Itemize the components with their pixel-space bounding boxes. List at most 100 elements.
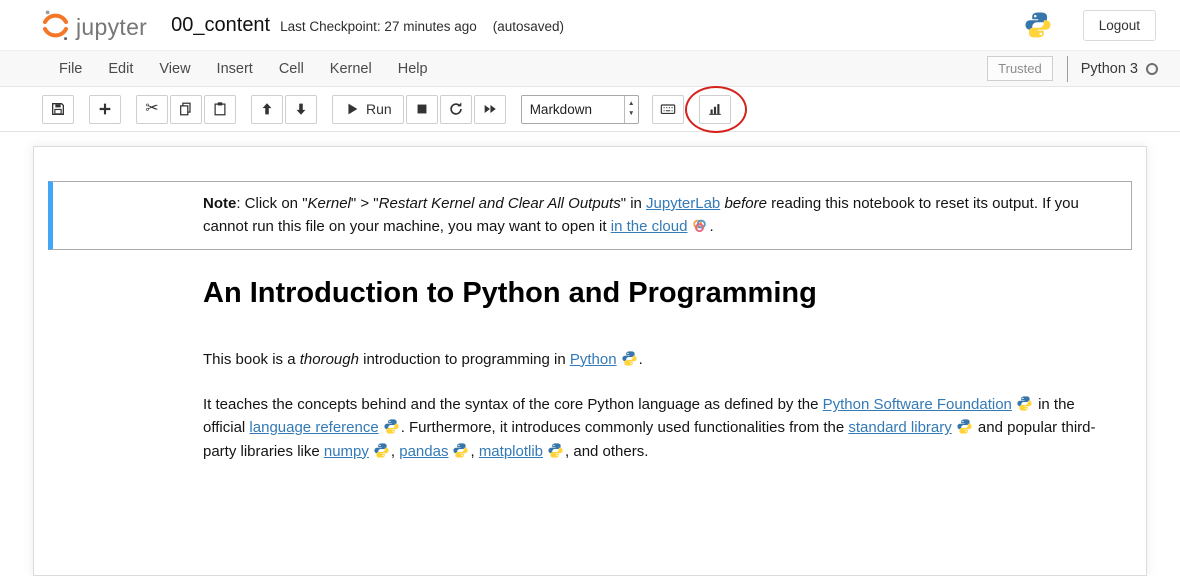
page-title: An Introduction to Python and Programmin… — [203, 277, 1115, 310]
run-button[interactable]: Run — [332, 95, 404, 124]
python-logo-icon — [373, 442, 390, 459]
python-logo-icon — [383, 418, 400, 435]
arrow-up-icon — [259, 101, 275, 117]
note-text-segment: : Click on " — [236, 195, 307, 212]
python-logo-icon — [1016, 395, 1033, 412]
markdown-cell-note[interactable]: Note: Click on "Kernel" > "Restart Kerne… — [48, 181, 1132, 250]
kernel-name: Python 3 — [1081, 61, 1138, 77]
markdown-cell-intro[interactable]: This book is a thorough introduction to … — [48, 321, 1132, 382]
restart-run-all-button[interactable] — [474, 95, 506, 124]
teaches-text-segment: , — [470, 443, 478, 460]
python-logo-icon — [452, 442, 469, 459]
note-text-segment: . — [709, 218, 713, 235]
note-italic-kernel: Kernel — [308, 195, 351, 212]
cell-prompt — [53, 192, 203, 239]
keyboard-icon — [660, 101, 676, 117]
matplotlib-link[interactable]: matplotlib — [479, 443, 543, 460]
menu-items: File Edit View Insert Cell Kernel Help — [46, 52, 441, 86]
teaches-text-segment: . Furthermore, it introduces commonly us… — [401, 419, 849, 436]
command-palette-button[interactable] — [652, 95, 684, 124]
trusted-badge[interactable]: Trusted — [987, 56, 1053, 81]
menu-insert[interactable]: Insert — [204, 52, 266, 86]
jupyter-logo[interactable]: jupyter — [38, 8, 147, 43]
checkpoint-text: Last Checkpoint: 27 minutes ago — [280, 19, 477, 34]
fast-forward-icon — [482, 101, 498, 117]
python-logo-icon — [956, 418, 973, 435]
intro-text-segment: This book is a — [203, 351, 300, 368]
intro-text-segment: introduction to programming in — [359, 351, 570, 368]
play-icon — [344, 101, 360, 117]
teaches-cell-content: It teaches the concepts behind and the s… — [203, 393, 1115, 463]
autosave-status: (autosaved) — [493, 19, 564, 34]
markdown-cell-teaches[interactable]: It teaches the concepts behind and the s… — [48, 382, 1132, 474]
plus-icon — [97, 101, 113, 117]
restart-icon — [448, 101, 464, 117]
notebook-title[interactable]: 00_content — [171, 14, 270, 37]
header-bar: jupyter 00_content Last Checkpoint: 27 m… — [0, 0, 1180, 50]
jupyter-logo-icon — [38, 8, 73, 43]
note-text-segment: " > " — [351, 195, 379, 212]
psf-link[interactable]: Python Software Foundation — [823, 396, 1012, 413]
teaches-text-segment: , and others. — [565, 443, 648, 460]
markdown-cell-title[interactable]: An Introduction to Python and Programmin… — [48, 250, 1132, 321]
run-label: Run — [366, 101, 392, 117]
pandas-link[interactable]: pandas — [399, 443, 448, 460]
logout-button[interactable]: Logout — [1083, 10, 1156, 41]
teaches-paragraph: It teaches the concepts behind and the s… — [203, 393, 1115, 463]
python-logo-icon — [547, 442, 564, 459]
intro-paragraph: This book is a thorough introduction to … — [203, 348, 1115, 371]
jupyterlab-link[interactable]: JupyterLab — [646, 195, 720, 212]
cell-prompt — [53, 393, 203, 463]
intro-italic-thorough: thorough — [300, 351, 359, 368]
scissors-icon: ✂ — [145, 101, 158, 117]
cell-type-select[interactable]: Markdown ▲▼ — [521, 95, 639, 124]
chart-toolbar-button[interactable] — [699, 95, 731, 124]
note-bold-label: Note — [203, 195, 236, 212]
python-logo-icon — [621, 350, 638, 367]
numpy-link[interactable]: numpy — [324, 443, 369, 460]
teaches-text-segment: It teaches the concepts behind and the s… — [203, 396, 823, 413]
teaches-text-segment: , — [391, 443, 399, 460]
python-link[interactable]: Python — [570, 351, 617, 368]
note-italic-before: before — [724, 195, 767, 212]
menu-right: Trusted Python 3 — [987, 56, 1158, 82]
menu-edit[interactable]: Edit — [95, 52, 146, 86]
menu-help[interactable]: Help — [385, 52, 441, 86]
select-arrows-icon: ▲▼ — [624, 96, 638, 123]
python-logo-icon — [1023, 10, 1053, 40]
cell-prompt — [53, 261, 203, 310]
move-cell-down-button[interactable] — [285, 95, 317, 124]
save-button[interactable] — [42, 95, 74, 124]
move-cell-up-button[interactable] — [251, 95, 283, 124]
add-cell-button[interactable] — [89, 95, 121, 124]
cut-cells-button[interactable]: ✂ — [136, 95, 168, 124]
copy-icon — [178, 101, 194, 117]
menu-bar: File Edit View Insert Cell Kernel Help T… — [0, 50, 1180, 87]
jupyter-wordmark: jupyter — [76, 16, 147, 43]
stop-icon — [414, 101, 430, 117]
menu-view[interactable]: View — [146, 52, 203, 86]
interrupt-kernel-button[interactable] — [406, 95, 438, 124]
copy-cells-button[interactable] — [170, 95, 202, 124]
cell-prompt — [53, 332, 203, 371]
note-text-segment: " in — [621, 195, 646, 212]
restart-kernel-button[interactable] — [440, 95, 472, 124]
cell-type-value: Markdown — [522, 96, 624, 123]
standard-library-link[interactable]: standard library — [848, 419, 951, 436]
toolbar: ✂ Run Markdown ▲▼ — [0, 87, 1180, 132]
title-group: 00_content Last Checkpoint: 27 minutes a… — [171, 14, 564, 37]
note-cell-content: Note: Click on "Kernel" > "Restart Kerne… — [203, 192, 1115, 239]
notebook-area: Note: Click on "Kernel" > "Restart Kerne… — [0, 132, 1180, 576]
paste-cells-button[interactable] — [204, 95, 236, 124]
open-in-cloud-link[interactable]: in the cloud — [611, 218, 688, 235]
intro-text-segment: . — [639, 351, 643, 368]
menu-cell[interactable]: Cell — [266, 52, 317, 86]
menu-file[interactable]: File — [46, 52, 95, 86]
note-italic-restart: Restart Kernel and Clear All Outputs — [379, 195, 621, 212]
language-reference-link[interactable]: language reference — [249, 419, 378, 436]
save-icon — [50, 101, 66, 117]
arrow-down-icon — [293, 101, 309, 117]
binder-icon — [691, 217, 708, 234]
menu-kernel[interactable]: Kernel — [317, 52, 385, 86]
title-cell-content: An Introduction to Python and Programmin… — [203, 261, 1115, 310]
